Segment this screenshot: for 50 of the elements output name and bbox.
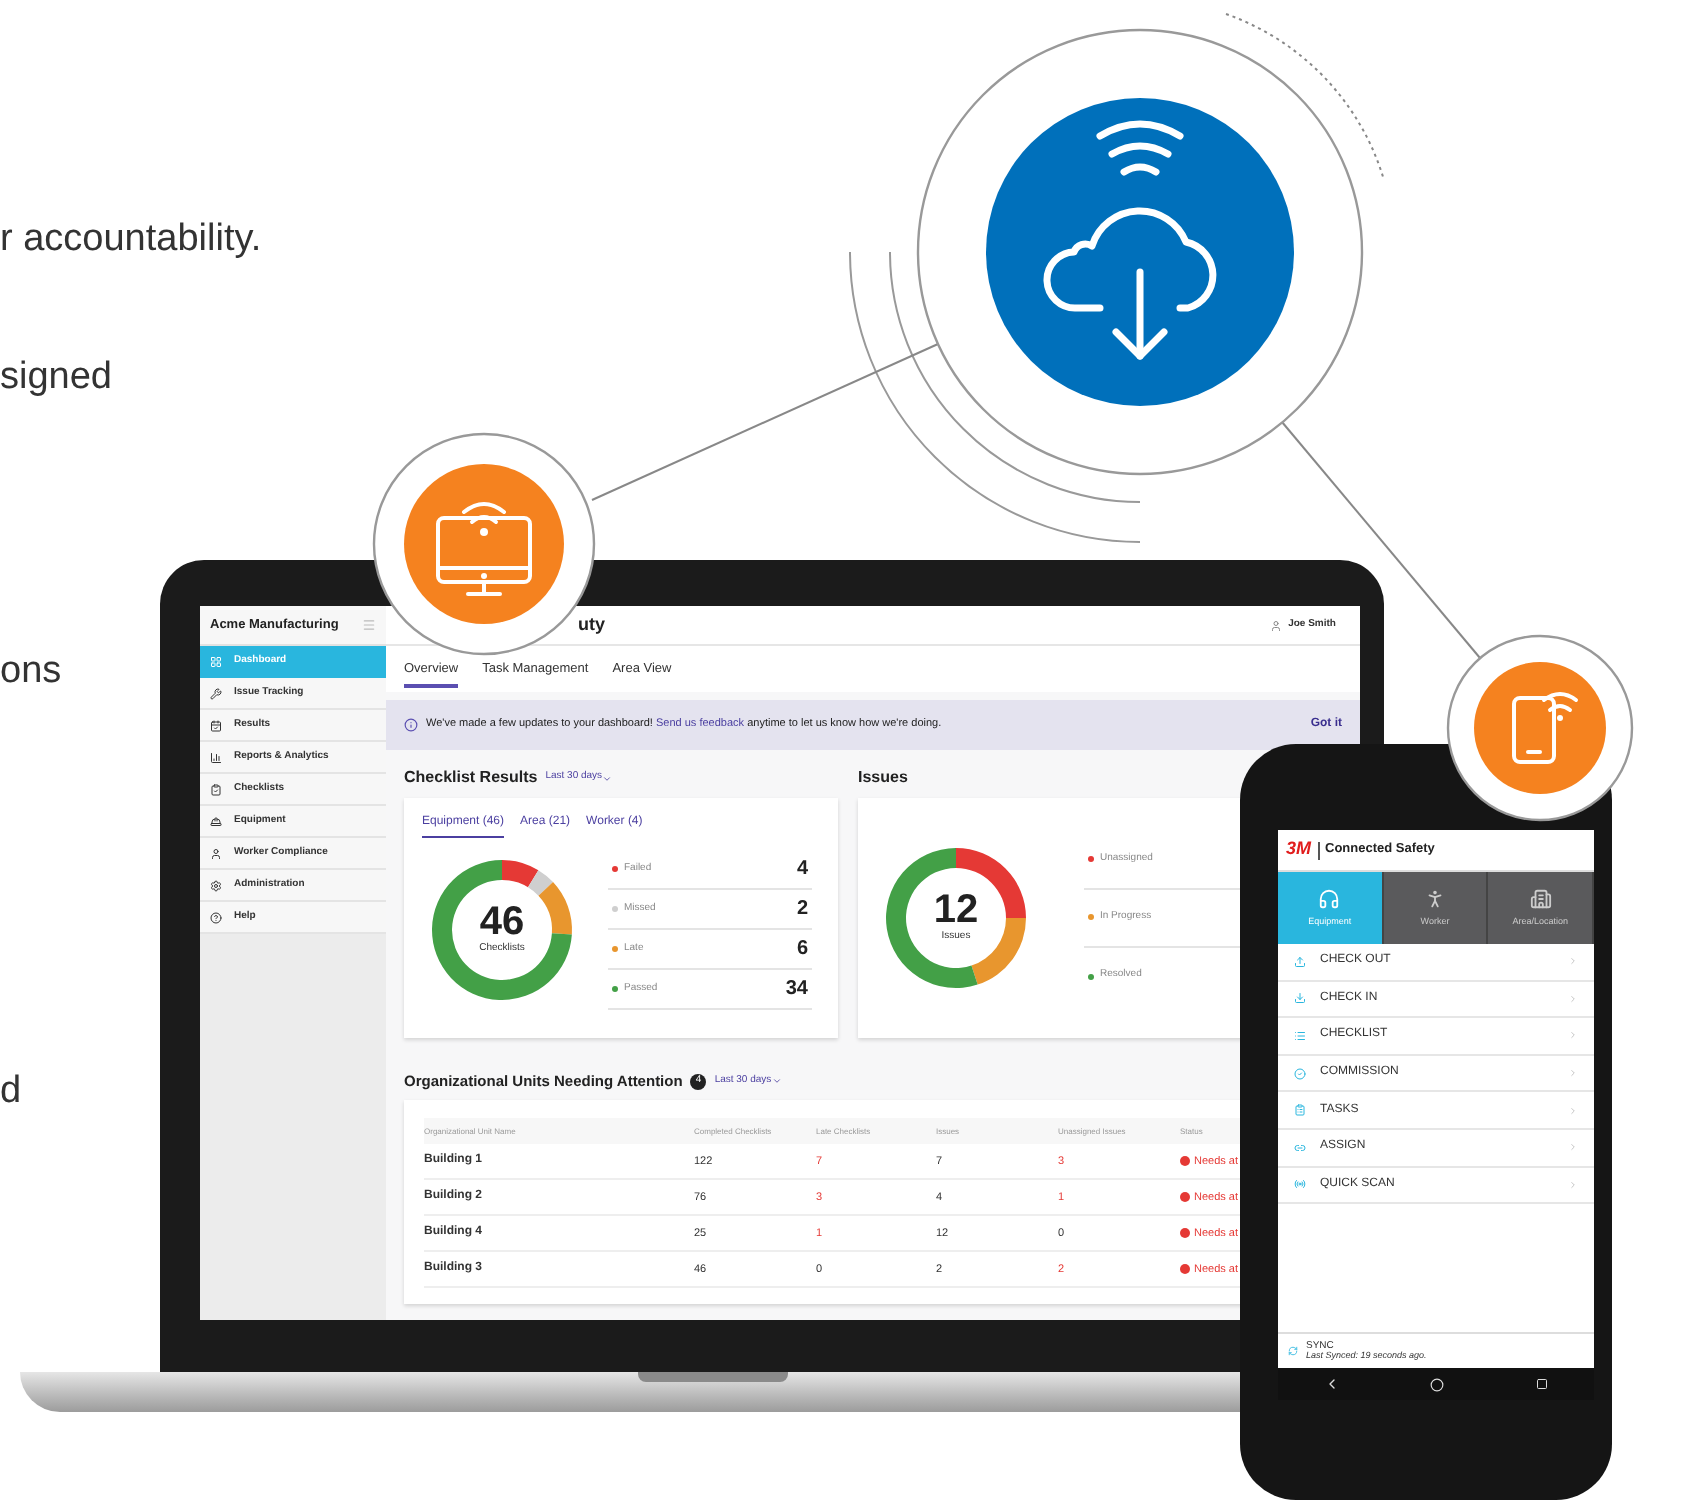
calendar-icon <box>210 719 222 731</box>
cloud-download-icon <box>916 28 1364 476</box>
upload-icon <box>1294 955 1306 968</box>
intro-text: d <box>0 1068 22 1116</box>
recent-apps-icon[interactable] <box>1536 1378 1549 1390</box>
legend-value: 6 <box>796 936 808 964</box>
section-title: Issues <box>858 766 908 790</box>
chevron-icon <box>1568 1179 1578 1190</box>
user-icon <box>1270 619 1283 631</box>
gear-icon <box>210 879 222 891</box>
total-count: 12 <box>933 890 979 931</box>
clipboard-icon <box>210 783 222 795</box>
chevron-icon <box>1568 1068 1578 1079</box>
legend-value: 4 <box>796 856 808 884</box>
sync-icon <box>1288 1346 1298 1356</box>
headphones-icon <box>1318 887 1341 910</box>
phone-wifi-icon <box>1446 634 1634 822</box>
check-circle-icon <box>1294 1067 1306 1080</box>
intro-text: signed <box>0 354 112 402</box>
list-icon <box>1294 1029 1306 1042</box>
person-icon <box>1423 887 1446 910</box>
chevron-icon <box>1568 956 1578 967</box>
clipboard-icon <box>1294 1104 1306 1117</box>
chevron-icon <box>1568 1142 1578 1153</box>
brand-logo: 3M <box>1286 836 1312 863</box>
bar-chart-icon <box>210 751 222 763</box>
hard-hat-icon <box>210 815 222 827</box>
intro-text: r accountability. <box>0 216 262 264</box>
legend-value: 2 <box>796 896 808 924</box>
building-icon <box>1529 887 1552 910</box>
home-icon[interactable] <box>1430 1377 1445 1391</box>
link-icon <box>1294 1141 1306 1154</box>
help-icon <box>210 911 222 923</box>
person-icon <box>210 847 222 859</box>
intro-text: ons <box>0 648 62 696</box>
section-title: Checklist Results <box>404 766 538 790</box>
signal-icon <box>1294 1178 1306 1191</box>
legend-value: 34 <box>785 976 808 1004</box>
chevron-icon <box>1568 993 1578 1004</box>
chevron-icon <box>1568 1105 1578 1116</box>
download-icon <box>1294 992 1306 1005</box>
chevron-icon <box>1568 1030 1578 1041</box>
issues-donut-drawing <box>886 848 1026 988</box>
total-count: 46 <box>479 902 525 943</box>
caret-icon <box>602 773 613 783</box>
grid-icon <box>210 655 222 667</box>
caret-icon <box>771 1076 782 1087</box>
wrench-icon <box>210 687 222 699</box>
page-title: uty <box>578 611 605 638</box>
info-icon <box>404 718 418 732</box>
